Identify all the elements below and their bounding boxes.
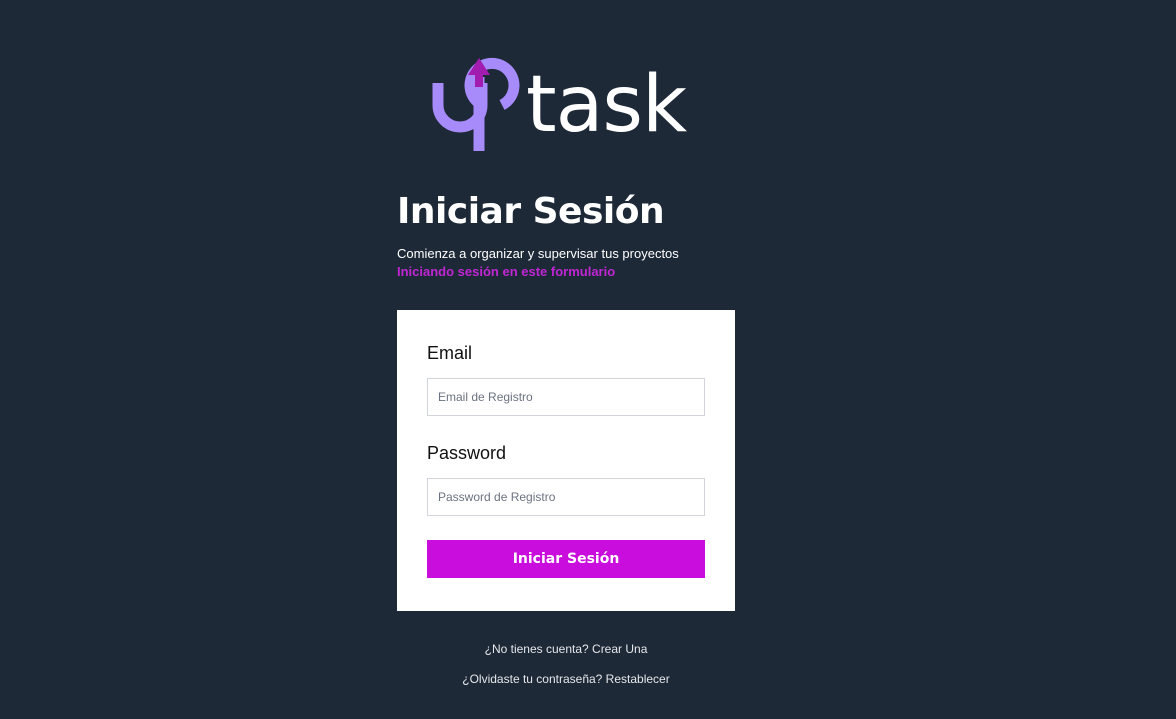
login-form: Email Password Iniciar Sesión bbox=[397, 310, 735, 611]
forgot-password-link[interactable]: ¿Olvidaste tu contraseña? Restablecer bbox=[397, 670, 735, 688]
page-subtitle: Comienza a organizar y supervisar tus pr… bbox=[397, 245, 679, 281]
subtitle-text: Comienza a organizar y supervisar tus pr… bbox=[397, 246, 679, 261]
email-label: Email bbox=[427, 343, 473, 363]
login-submit-button[interactable]: Iniciar Sesión bbox=[427, 540, 705, 578]
email-field-group: Email bbox=[427, 342, 705, 416]
password-input[interactable] bbox=[427, 478, 705, 516]
uptask-logo: task bbox=[430, 55, 710, 155]
svg-text:task: task bbox=[526, 60, 687, 150]
password-label: Password bbox=[427, 443, 507, 463]
page-title: Iniciar Sesión bbox=[397, 191, 665, 232]
password-field-group: Password bbox=[427, 442, 705, 516]
register-link[interactable]: ¿No tienes cuenta? Crear Una bbox=[397, 640, 735, 658]
login-page: task Iniciar Sesión Comienza a organizar… bbox=[0, 0, 1176, 719]
auth-links: ¿No tienes cuenta? Crear Una ¿Olvidaste … bbox=[397, 640, 735, 688]
subtitle-accent: Iniciando sesión en este formulario bbox=[397, 264, 616, 279]
email-input[interactable] bbox=[427, 378, 705, 416]
